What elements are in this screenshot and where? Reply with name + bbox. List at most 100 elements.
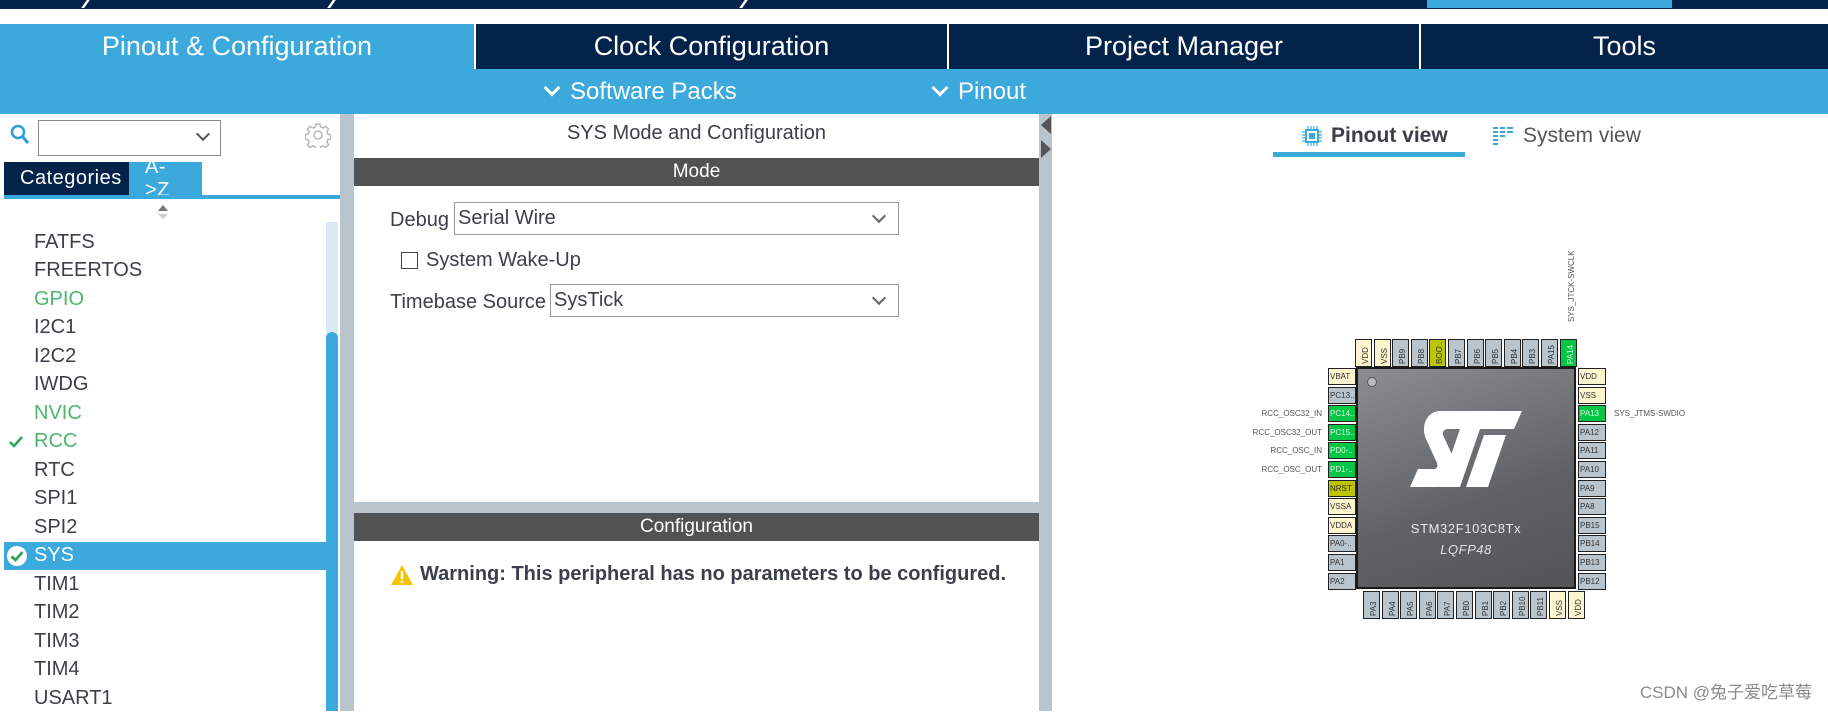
list-item-tim2[interactable]: TIM2 [4, 599, 326, 628]
software-packs-menu[interactable]: Software Packs [542, 69, 737, 114]
pin-pa4[interactable]: PA4 [1381, 591, 1399, 619]
pin-pb7[interactable]: PB7 [1448, 339, 1465, 367]
list-item-nvic[interactable]: NVIC [4, 399, 326, 428]
pin-pa14[interactable]: PA14 [1559, 339, 1577, 367]
breadcrumb-active-segment[interactable] [1427, 0, 1672, 8]
pin-pa3[interactable]: PA3 [1363, 591, 1380, 619]
list-item-rtc[interactable]: RTC [4, 456, 326, 485]
pin-pb6[interactable]: PB6 [1466, 339, 1484, 367]
pin-pa8[interactable]: PA8 [1578, 498, 1606, 516]
pin-pa10[interactable]: PA10 [1578, 461, 1606, 478]
search-input[interactable] [38, 120, 221, 156]
software-packs-label: Software Packs [570, 77, 737, 105]
pin-label: BOO.. [1435, 341, 1445, 364]
list-scrollbar-thumb[interactable] [326, 332, 338, 711]
list-item-tim3[interactable]: TIM3 [4, 627, 326, 656]
pin-pb12[interactable]: PB12 [1578, 572, 1606, 590]
pin-label: VSS [1379, 347, 1389, 364]
panel-splitter[interactable] [1040, 114, 1052, 711]
pin-vbat[interactable]: VBAT [1328, 368, 1356, 385]
list-item-sys[interactable]: SYS [4, 541, 326, 570]
pin-pa12[interactable]: PA12 [1578, 423, 1606, 441]
list-item-spi1[interactable]: SPI1 [4, 485, 326, 514]
pin-vss[interactable]: VSS [1549, 591, 1566, 619]
pin-pa6[interactable]: PA6 [1418, 591, 1436, 619]
pin-pc13[interactable]: PC13.. [1328, 386, 1356, 404]
warning-text: Warning: This peripheral has no paramete… [420, 563, 1007, 585]
pin-label: PB14 [1580, 539, 1600, 549]
list-item-iwdg[interactable]: IWDG [4, 371, 326, 400]
pin-pa15[interactable]: PA15 [1541, 339, 1558, 367]
tab-clock-configuration[interactable]: Clock Configuration [474, 24, 947, 69]
tab-system-view[interactable]: System view [1493, 124, 1641, 148]
pin-pa13[interactable]: PA13 [1578, 405, 1606, 423]
pin-label: PB15 [1580, 520, 1600, 530]
expand-right-icon[interactable] [1041, 140, 1051, 158]
pin-pb2[interactable]: PB2 [1493, 591, 1511, 619]
pin-label: PA10 [1580, 465, 1599, 474]
pin-label: VSSA [1330, 502, 1352, 512]
list-item-gpio[interactable]: GPIO [4, 285, 326, 314]
list-item-usart1[interactable]: USART1 [4, 684, 326, 713]
tab-tools[interactable]: Tools [1419, 24, 1828, 69]
list-item-rcc[interactable]: RCC [4, 428, 326, 457]
pin-pb13[interactable]: PB13 [1578, 554, 1606, 571]
gear-icon[interactable] [305, 122, 331, 148]
pin-pb1[interactable]: PB1 [1474, 591, 1492, 619]
list-item-tim1[interactable]: TIM1 [4, 570, 326, 599]
pin-pb10[interactable]: PB10 [1511, 591, 1529, 619]
pin-pa1[interactable]: PA1 [1328, 554, 1356, 571]
debug-select[interactable]: Serial Wire [454, 202, 899, 235]
pin-pb4[interactable]: PB4 [1503, 339, 1521, 367]
pin-vdd[interactable]: VDD [1578, 368, 1606, 385]
collapse-left-icon[interactable] [1041, 116, 1051, 134]
list-item-i2c1[interactable]: I2C1 [4, 314, 326, 343]
pin-pd1[interactable]: PD1-.. [1328, 461, 1356, 478]
tab-a-to-z[interactable]: A->Z [129, 156, 202, 201]
pin-pa7[interactable]: PA7 [1437, 591, 1455, 619]
pin-pb8[interactable]: PB8 [1410, 339, 1428, 367]
pin-label: VDD [1580, 372, 1597, 381]
pin-pa9[interactable]: PA9 [1578, 479, 1606, 497]
pin-pc14[interactable]: PC14.. [1328, 405, 1356, 423]
pin-pa0[interactable]: PA0-.. [1328, 535, 1356, 553]
pin-pb15[interactable]: PB15 [1578, 516, 1606, 534]
pin-pb14[interactable]: PB14 [1578, 535, 1606, 553]
chevron-down-icon[interactable] [195, 126, 211, 142]
list-item-tim4[interactable]: TIM4 [4, 656, 326, 685]
list-item-spi2[interactable]: SPI2 [4, 513, 326, 542]
pin-pa11[interactable]: PA11 [1578, 442, 1606, 460]
pin-vdda[interactable]: VDDA [1328, 516, 1356, 534]
pin-vdd[interactable]: VDD [1355, 339, 1372, 367]
pin-pd0[interactable]: PD0-.. [1328, 442, 1356, 460]
pin-vssa[interactable]: VSSA [1328, 498, 1356, 516]
tab-categories[interactable]: Categories [4, 162, 129, 195]
pin-pa5[interactable]: PA5 [1400, 591, 1418, 619]
mcu-chip[interactable]: STM32F103C8Tx LQFP48 [1356, 367, 1576, 589]
pin-pb3[interactable]: PB3 [1522, 339, 1540, 367]
pin-vss[interactable]: VSS [1373, 339, 1391, 367]
tab-pinout-view[interactable]: Pinout view [1301, 124, 1448, 148]
system-wakeup-checkbox[interactable] [401, 252, 418, 269]
tab-project-manager[interactable]: Project Manager [947, 24, 1419, 69]
pin-pb0[interactable]: PB0 [1456, 591, 1473, 619]
list-item-i2c2[interactable]: I2C2 [4, 342, 326, 371]
pin-vss[interactable]: VSS [1578, 386, 1606, 404]
pin-pb5[interactable]: PB5 [1485, 339, 1503, 367]
pin-pc15[interactable]: PC15.. [1328, 423, 1356, 441]
search-icon[interactable] [10, 124, 30, 146]
pin-pb9[interactable]: PB9 [1392, 339, 1410, 367]
pin-boo[interactable]: BOO.. [1429, 339, 1447, 367]
pin-signal-label: RCC_OSC_OUT [1261, 465, 1322, 474]
pinout-menu[interactable]: Pinout [930, 69, 1026, 114]
tab-pinout-configuration[interactable]: Pinout & Configuration [0, 24, 474, 69]
pin-pa2[interactable]: PA2 [1328, 572, 1356, 590]
timebase-source-select[interactable]: SysTick [550, 284, 899, 317]
pin-vdd[interactable]: VDD [1567, 591, 1585, 619]
scroll-up-icon[interactable] [157, 204, 169, 222]
list-item-freertos[interactable]: FREERTOS [4, 257, 326, 286]
pin-pb11[interactable]: PB11 [1530, 591, 1548, 619]
list-item-fatfs[interactable]: FATFS [4, 228, 326, 257]
pin-label: PA14 [1565, 345, 1575, 364]
pin-nrst[interactable]: NRST [1328, 479, 1356, 497]
